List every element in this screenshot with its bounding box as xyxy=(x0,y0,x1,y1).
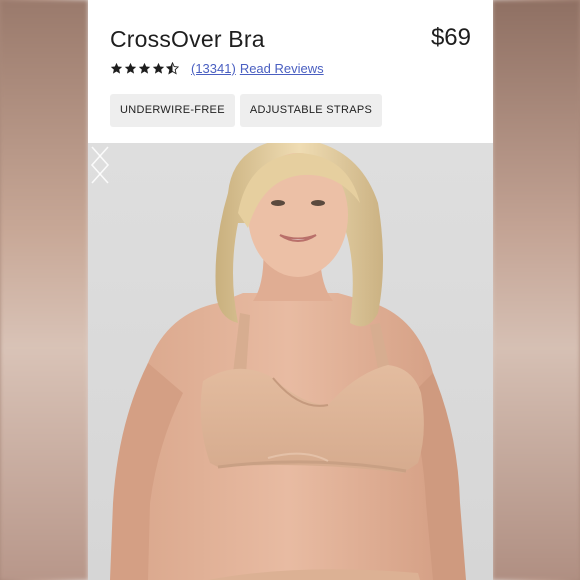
star-icon xyxy=(110,62,123,74)
star-half-icon xyxy=(166,62,179,75)
product-image-gallery[interactable] xyxy=(88,143,493,580)
background-blur-left xyxy=(0,0,88,580)
star-icon xyxy=(152,62,165,74)
chevron-right-icon[interactable] xyxy=(88,143,112,187)
background-blur-right xyxy=(492,0,580,580)
star-icon xyxy=(138,62,151,74)
reviews-count-link[interactable]: (13341) xyxy=(191,61,236,76)
product-price: $69 xyxy=(430,24,471,51)
product-title: CrossOver Bra xyxy=(110,26,265,52)
star-icon xyxy=(124,62,137,74)
rating-row: (13341) Read Reviews xyxy=(110,61,324,76)
feature-tags: UNDERWIRE-FREE ADJUSTABLE STRAPS xyxy=(110,94,383,127)
status-bar xyxy=(88,0,493,4)
product-photo xyxy=(88,143,493,580)
phone-screen: CrossOver Bra $69 (13341) Read Reviews U… xyxy=(88,0,493,580)
read-reviews-link[interactable]: Read Reviews xyxy=(240,61,324,76)
rating-stars xyxy=(110,62,179,75)
tag-adjustable-straps[interactable]: ADJUSTABLE STRAPS xyxy=(239,94,383,127)
tag-underwire-free[interactable]: UNDERWIRE-FREE xyxy=(110,94,235,127)
